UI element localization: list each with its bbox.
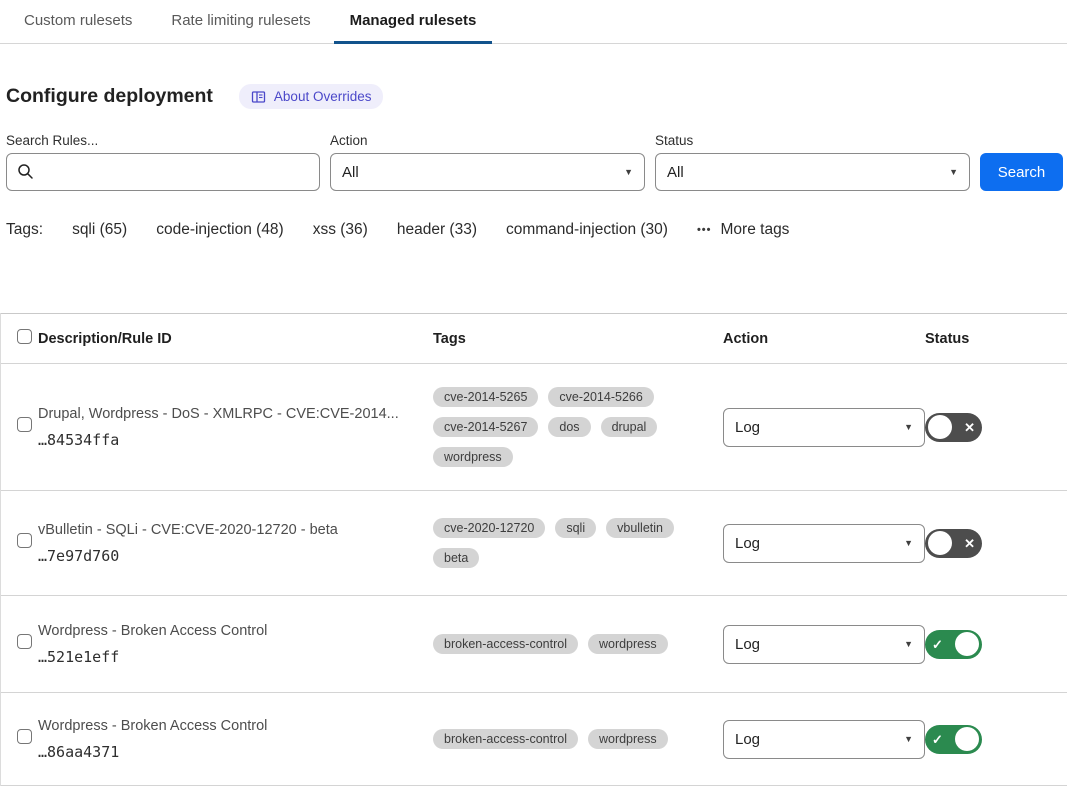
column-header-status: Status bbox=[925, 331, 1067, 347]
ruleset-tabbar: Custom rulesets Rate limiting rulesets M… bbox=[0, 0, 1067, 44]
more-tags-label: More tags bbox=[721, 221, 790, 239]
search-button[interactable]: Search bbox=[980, 153, 1063, 191]
x-icon: ✕ bbox=[964, 421, 975, 434]
table-row: Wordpress - Broken Access Control …521e1… bbox=[1, 596, 1067, 693]
toggle-knob bbox=[928, 415, 952, 439]
tab-custom-rulesets[interactable]: Custom rulesets bbox=[8, 0, 148, 44]
tag-link-xss[interactable]: xss (36) bbox=[313, 221, 368, 239]
rule-tag: beta bbox=[433, 548, 479, 568]
rule-tag: wordpress bbox=[588, 634, 668, 654]
rule-status-toggle[interactable]: ✓ ✕ bbox=[925, 630, 982, 659]
row-checkbox[interactable] bbox=[17, 634, 32, 649]
tag-link-code-injection[interactable]: code-injection (48) bbox=[156, 221, 284, 239]
rule-status-toggle[interactable]: ✓ ✕ bbox=[925, 529, 982, 558]
tag-link-command-injection[interactable]: command-injection (30) bbox=[506, 221, 668, 239]
ellipsis-icon: ••• bbox=[697, 224, 712, 236]
status-filter-select[interactable]: All bbox=[655, 153, 970, 191]
toggle-knob bbox=[955, 632, 979, 656]
table-header-row: Description/Rule ID Tags Action Status bbox=[1, 313, 1067, 364]
rule-status-toggle[interactable]: ✓ ✕ bbox=[925, 413, 982, 442]
check-icon: ✓ bbox=[932, 733, 943, 746]
rule-action-select[interactable]: Log bbox=[723, 625, 925, 664]
rule-id: …86aa4371 bbox=[38, 743, 433, 761]
row-checkbox[interactable] bbox=[17, 533, 32, 548]
search-rules-input[interactable] bbox=[6, 153, 320, 191]
check-icon: ✓ bbox=[932, 638, 943, 651]
tags-bar: Tags: sqli (65) code-injection (48) xss … bbox=[0, 221, 1067, 239]
action-filter-label: Action bbox=[330, 133, 655, 148]
rule-title: Wordpress - Broken Access Control bbox=[38, 718, 433, 734]
rule-title: Drupal, Wordpress - DoS - XMLRPC - CVE:C… bbox=[38, 406, 433, 422]
column-header-description: Description/Rule ID bbox=[38, 331, 433, 347]
select-all-checkbox[interactable] bbox=[17, 329, 32, 344]
rule-tag: broken-access-control bbox=[433, 634, 578, 654]
rule-tag: wordpress bbox=[433, 447, 513, 467]
column-header-action: Action bbox=[723, 331, 925, 347]
rule-id: …84534ffa bbox=[38, 431, 433, 449]
row-checkbox[interactable] bbox=[17, 729, 32, 744]
rule-action-select[interactable]: Log bbox=[723, 524, 925, 563]
status-filter-field: Status All ▼ bbox=[655, 133, 980, 191]
column-header-tags: Tags bbox=[433, 331, 723, 347]
rule-tag: cve-2014-5267 bbox=[433, 417, 538, 437]
page-title: Configure deployment bbox=[6, 85, 213, 108]
table-row: Drupal, Wordpress - DoS - XMLRPC - CVE:C… bbox=[1, 364, 1067, 491]
tag-link-header[interactable]: header (33) bbox=[397, 221, 477, 239]
heading-row: Configure deployment About Overrides bbox=[0, 84, 1067, 109]
tab-managed-rulesets[interactable]: Managed rulesets bbox=[334, 0, 493, 44]
managed-rulesets-page: Custom rulesets Rate limiting rulesets M… bbox=[0, 0, 1067, 795]
rule-tag: cve-2014-5266 bbox=[548, 387, 653, 407]
toggle-knob bbox=[955, 727, 979, 751]
search-field: Search Rules... bbox=[6, 133, 330, 191]
tab-rate-limiting-rulesets[interactable]: Rate limiting rulesets bbox=[155, 0, 326, 44]
rule-status-toggle[interactable]: ✓ ✕ bbox=[925, 725, 982, 754]
rule-tag: cve-2014-5265 bbox=[433, 387, 538, 407]
status-filter-label: Status bbox=[655, 133, 980, 148]
toggle-knob bbox=[928, 531, 952, 555]
rule-id: …521e1eff bbox=[38, 648, 433, 666]
about-overrides-link[interactable]: About Overrides bbox=[239, 84, 384, 109]
rule-title: vBulletin - SQLi - CVE:CVE-2020-12720 - … bbox=[38, 522, 433, 538]
book-icon bbox=[251, 90, 266, 104]
rule-tag: sqli bbox=[555, 518, 596, 538]
rule-action-select[interactable]: Log bbox=[723, 408, 925, 447]
rule-action-select[interactable]: Log bbox=[723, 720, 925, 759]
x-icon: ✕ bbox=[964, 537, 975, 550]
rule-id: …7e97d760 bbox=[38, 547, 433, 565]
rule-tag: vbulletin bbox=[606, 518, 674, 538]
more-tags-button[interactable]: ••• More tags bbox=[697, 221, 789, 239]
rules-table: Description/Rule ID Tags Action Status D… bbox=[0, 313, 1067, 786]
search-label: Search Rules... bbox=[6, 133, 330, 148]
rule-tag: wordpress bbox=[588, 729, 668, 749]
action-filter-field: Action All ▼ bbox=[330, 133, 655, 191]
action-filter-select[interactable]: All bbox=[330, 153, 645, 191]
rule-tag: drupal bbox=[601, 417, 658, 437]
rule-tag: broken-access-control bbox=[433, 729, 578, 749]
rule-tag: dos bbox=[548, 417, 590, 437]
row-checkbox[interactable] bbox=[17, 417, 32, 432]
tag-link-sqli[interactable]: sqli (65) bbox=[72, 221, 127, 239]
table-row: vBulletin - SQLi - CVE:CVE-2020-12720 - … bbox=[1, 491, 1067, 596]
tags-bar-label: Tags: bbox=[6, 221, 43, 239]
filter-bar: Search Rules... Action All ▼ bbox=[0, 133, 1067, 191]
rule-tag: cve-2020-12720 bbox=[433, 518, 545, 538]
rule-title: Wordpress - Broken Access Control bbox=[38, 623, 433, 639]
about-overrides-label: About Overrides bbox=[274, 89, 372, 104]
table-row: Wordpress - Broken Access Control …86aa4… bbox=[1, 693, 1067, 786]
